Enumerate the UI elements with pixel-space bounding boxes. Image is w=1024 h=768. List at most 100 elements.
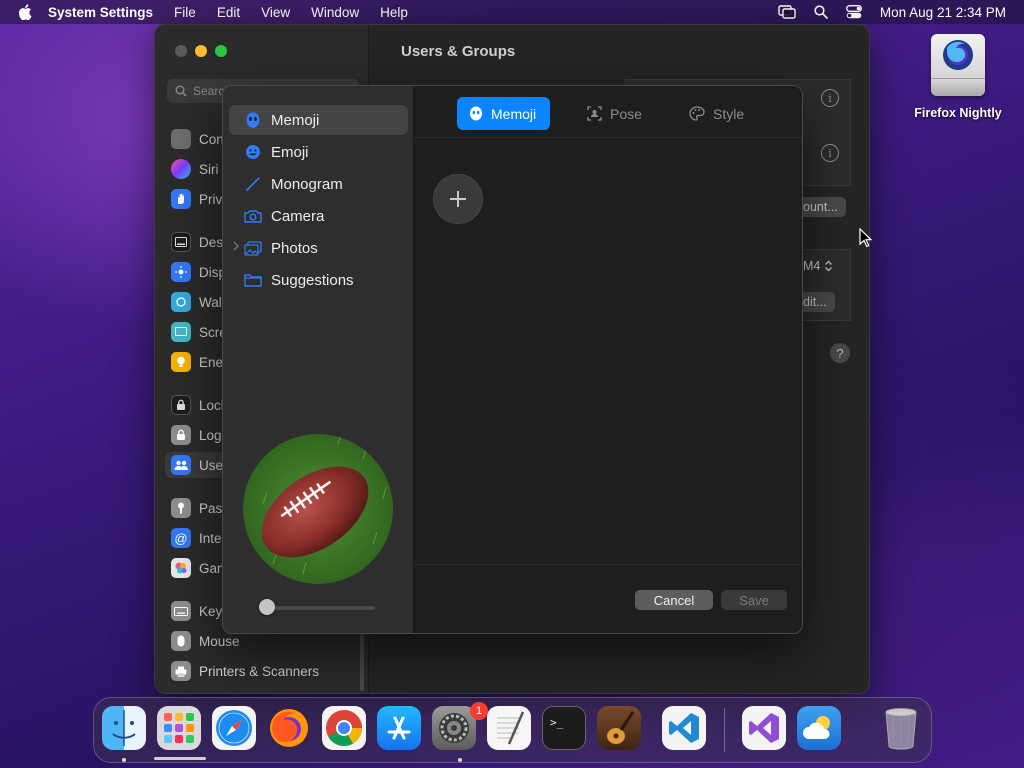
keyboard-icon (171, 601, 191, 621)
plus-icon (450, 191, 466, 207)
hand-icon (171, 189, 191, 209)
dock-app-store-icon[interactable] (377, 706, 421, 750)
mouse-cursor-icon (859, 228, 873, 248)
zoom-slider-track[interactable] (261, 606, 375, 610)
minimize-window-button[interactable] (195, 45, 207, 57)
tab-label: Pose (610, 105, 642, 122)
search-icon (175, 85, 187, 97)
menu-clock[interactable]: Mon Aug 21 2:34 PM (880, 5, 1006, 20)
emoji-icon (243, 142, 263, 162)
source-item-monogram[interactable]: Monogram (229, 169, 408, 199)
game-center-icon (171, 558, 191, 578)
users-icon (171, 455, 191, 475)
dock-trash-icon[interactable] (879, 706, 923, 750)
dock-weather-icon[interactable] (797, 706, 841, 750)
cancel-button[interactable]: Cancel (635, 590, 713, 610)
source-item-emoji[interactable]: Emoji (229, 137, 408, 167)
pose-icon (587, 106, 602, 121)
dock-icon (171, 232, 191, 252)
source-item-suggestions[interactable]: Suggestions (229, 265, 408, 295)
screen-mirroring-icon[interactable] (778, 5, 796, 19)
picture-picker-dialog: Memoji Emoji Monogram Camera Photos Sugg… (222, 85, 803, 634)
info-icon[interactable]: i (821, 144, 839, 162)
control-center-icon (171, 129, 191, 149)
dock-vscode-icon[interactable] (662, 706, 706, 750)
screensaver-icon (171, 322, 191, 342)
siri-icon (171, 159, 191, 179)
dock-visual-studio-icon[interactable] (742, 706, 786, 750)
desktop-icon-firefox-nightly[interactable]: Firefox Nightly (905, 34, 1011, 120)
spotlight-search-icon[interactable] (814, 5, 828, 19)
tab-pose[interactable]: Pose (575, 97, 656, 130)
dock-running-indicator (122, 758, 126, 762)
help-button[interactable]: ? (830, 343, 850, 363)
mouse-icon (171, 631, 191, 651)
add-memoji-button[interactable] (433, 174, 483, 224)
dock-scroll-indicator (154, 757, 206, 760)
source-item-label: Memoji (271, 111, 320, 129)
football-photo-icon (243, 434, 393, 584)
firefox-nightly-logo-icon (943, 40, 973, 70)
dock-garageband-icon[interactable] (597, 706, 641, 750)
dock-separator (724, 708, 725, 752)
menu-app-name[interactable]: System Settings (48, 5, 153, 20)
zoom-window-button[interactable] (215, 45, 227, 57)
menu-edit[interactable]: Edit (217, 5, 240, 20)
add-account-label: ount... (803, 200, 838, 214)
source-item-label: Emoji (271, 143, 309, 161)
edit-label: dit... (803, 295, 827, 309)
dock-launchpad-icon[interactable] (157, 706, 201, 750)
sidebar-item-printers-scanners[interactable]: Printers & Scanners (165, 658, 361, 684)
menu-window[interactable]: Window (311, 5, 359, 20)
source-item-camera[interactable]: Camera (229, 201, 408, 231)
sun-icon (171, 262, 191, 282)
disclosure-chevron-icon[interactable] (233, 241, 239, 251)
dock-textedit-icon[interactable] (487, 706, 531, 750)
control-center-icon[interactable] (845, 5, 862, 19)
notification-badge: 1 (470, 702, 488, 720)
sidebar-item-label: Mouse (199, 633, 240, 649)
stepper-value: M4 (803, 259, 821, 273)
apple-menu-icon[interactable] (18, 4, 32, 20)
source-item-label: Photos (271, 239, 318, 257)
save-button[interactable]: Save (721, 590, 787, 610)
photos-icon (243, 238, 263, 258)
bulb-icon (171, 352, 191, 372)
page-title: Users & Groups (401, 43, 516, 60)
source-item-photos[interactable]: Photos (229, 233, 408, 263)
tab-style[interactable]: Style (677, 97, 758, 130)
tab-memoji[interactable]: Memoji (457, 97, 551, 130)
source-item-memoji[interactable]: Memoji (229, 105, 408, 135)
svg-text:>_: >_ (550, 716, 564, 729)
source-item-label: Suggestions (271, 271, 354, 289)
badge-count: 1 (475, 705, 483, 717)
menu-help[interactable]: Help (380, 5, 408, 20)
zoom-slider-knob[interactable] (259, 599, 275, 615)
memoji-tab-bar: Memoji Pose Style (415, 86, 802, 138)
info-icon[interactable]: i (821, 89, 839, 107)
footer-divider (415, 564, 802, 565)
dock-finder-icon[interactable] (102, 706, 146, 750)
dock-chrome-icon[interactable] (322, 706, 366, 750)
folder-icon (243, 270, 263, 290)
window-controls (175, 45, 227, 57)
wallpaper-icon (171, 292, 191, 312)
desktop-icon-label: Firefox Nightly (914, 106, 1002, 120)
menu-bar: System Settings File Edit View Window He… (0, 0, 1024, 24)
tab-label: Style (713, 105, 745, 122)
dock-firefox-icon[interactable] (267, 706, 311, 750)
disk-image-icon (931, 34, 985, 96)
at-icon: @ (171, 528, 191, 548)
key-icon (171, 498, 191, 518)
palette-icon (689, 106, 705, 121)
memoji-icon (470, 106, 482, 121)
close-window-button[interactable] (175, 45, 187, 57)
camera-icon (243, 206, 263, 226)
stepper-chevron-icon[interactable] (824, 259, 833, 273)
menu-view[interactable]: View (261, 5, 290, 20)
avatar-preview-football[interactable] (243, 434, 393, 584)
menu-file[interactable]: File (174, 5, 196, 20)
sidebar-item-label: Printers & Scanners (199, 663, 320, 679)
dock-safari-icon[interactable] (212, 706, 256, 750)
dock-terminal-icon[interactable]: >_ (542, 706, 586, 750)
